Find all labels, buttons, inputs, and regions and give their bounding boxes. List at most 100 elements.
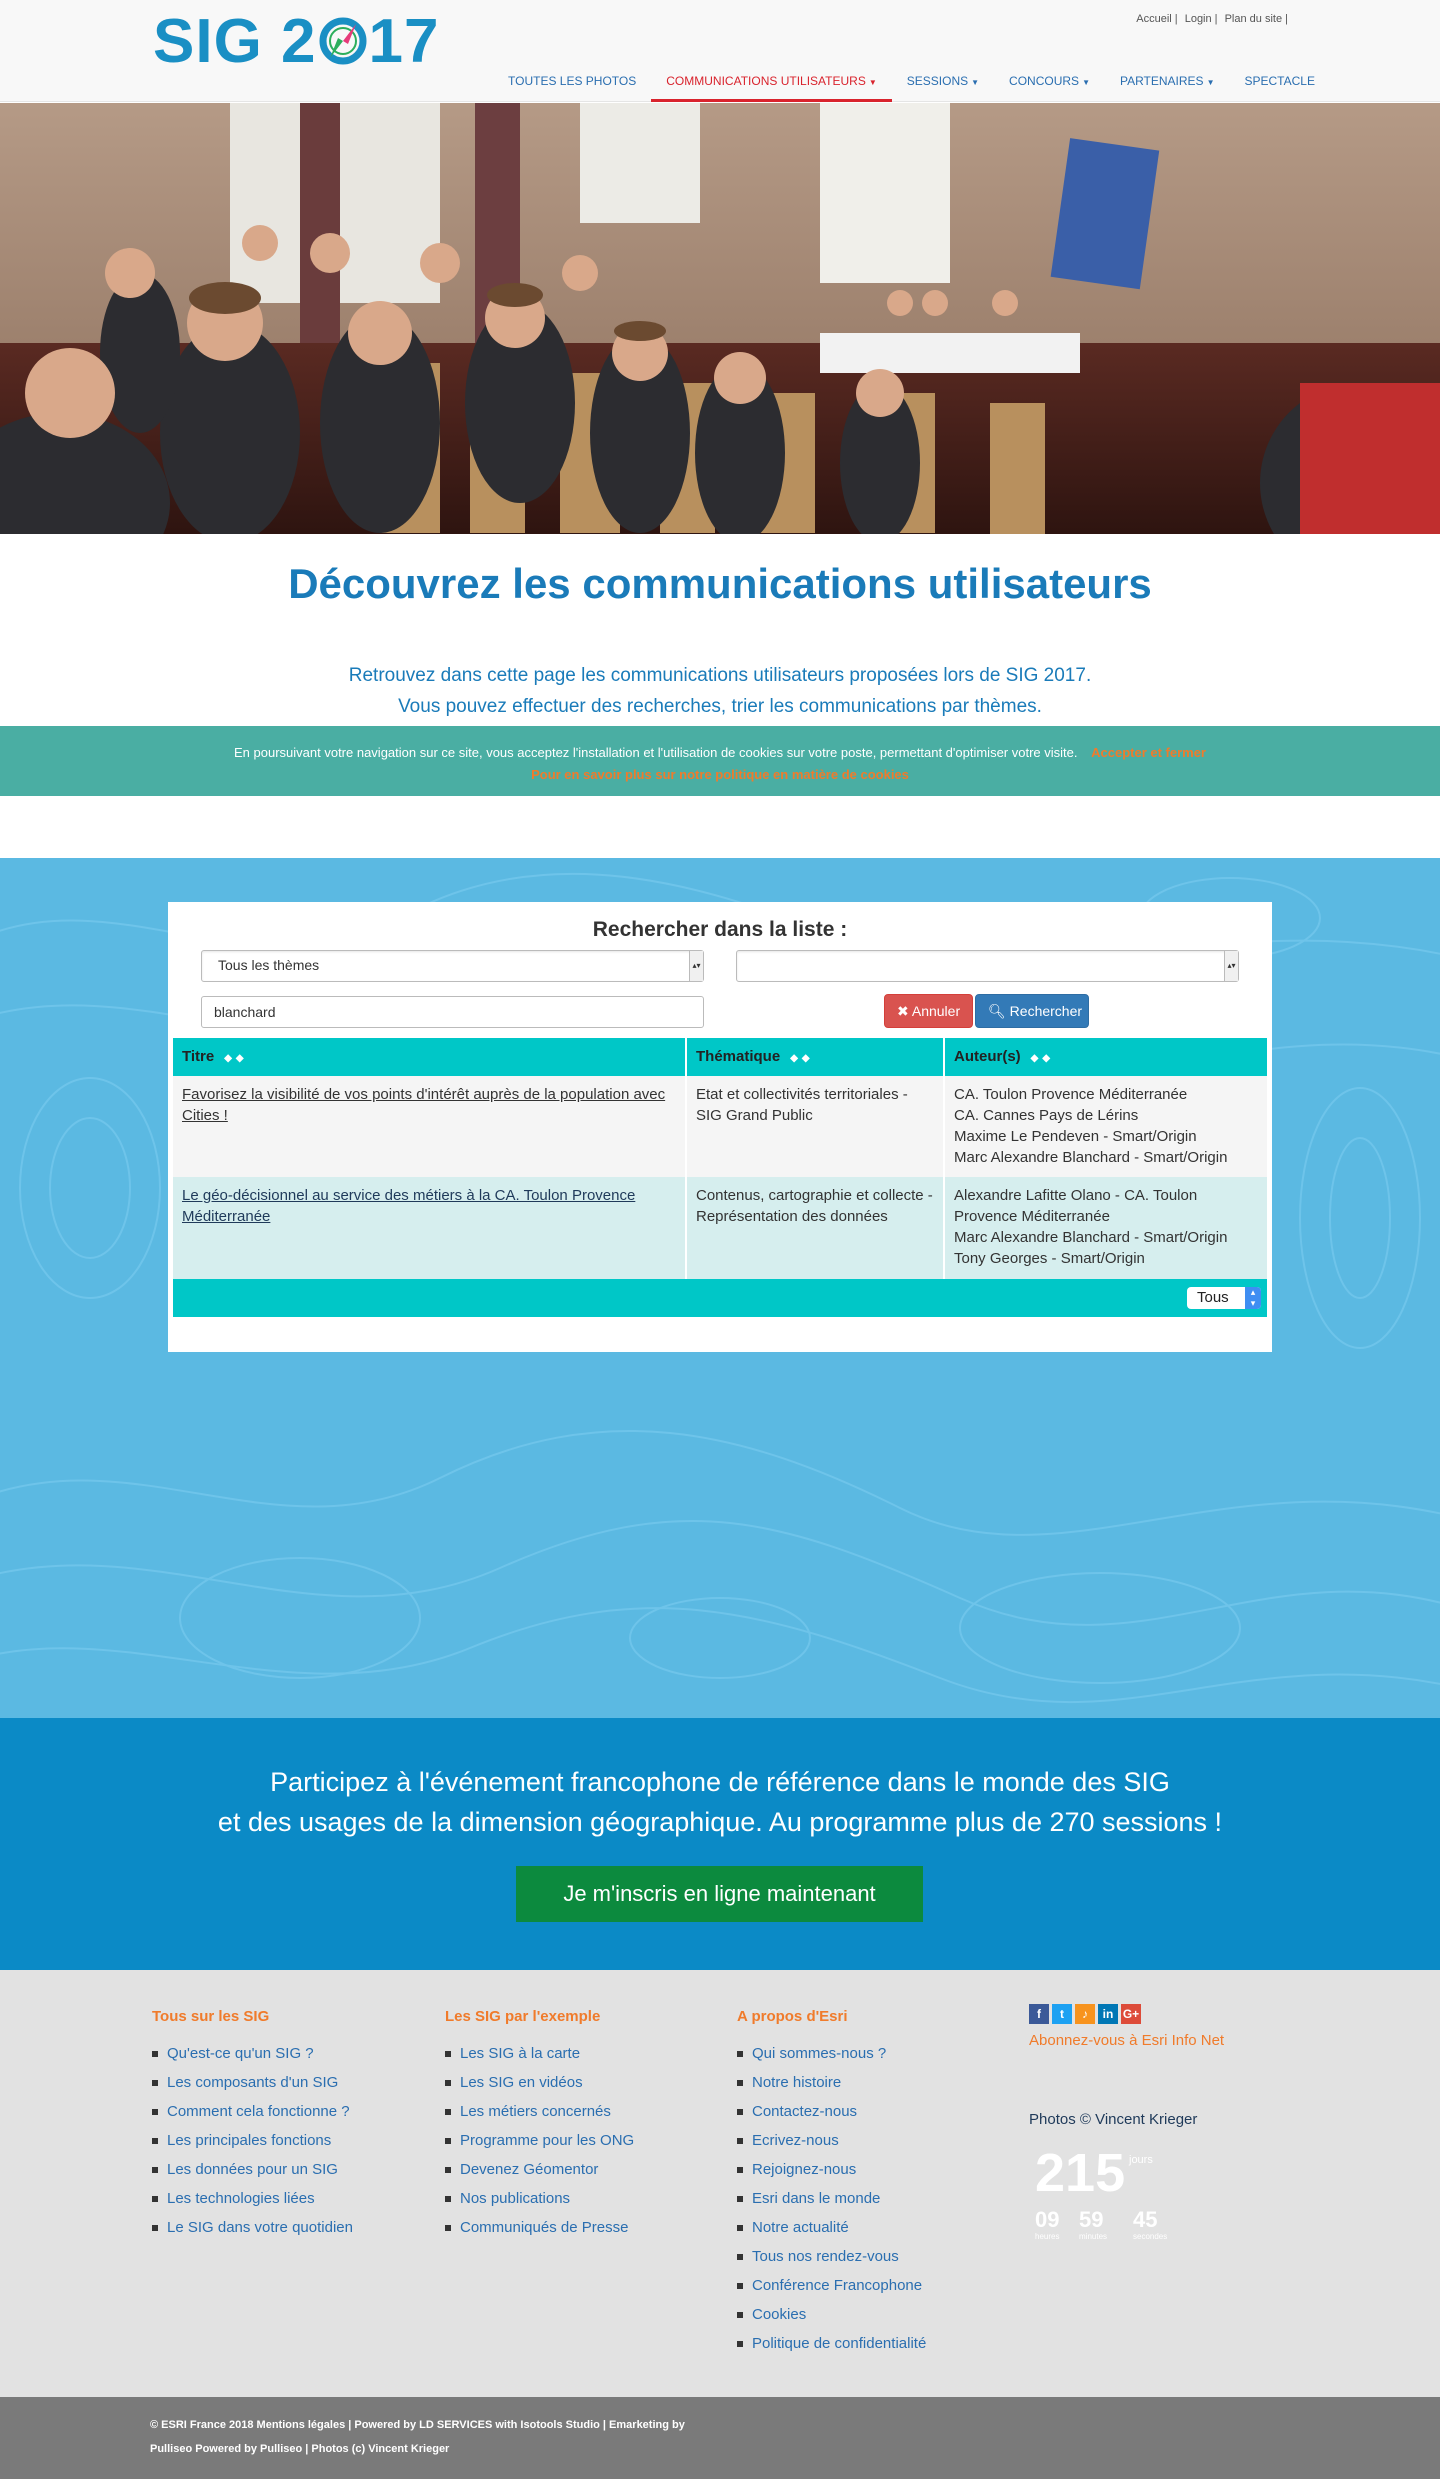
nav-user-communications[interactable]: COMMUNICATIONS UTILISATEURS ▼	[651, 66, 892, 102]
footer-link[interactable]: Les données pour un SIG	[152, 2155, 353, 2184]
footer-link[interactable]: Les principales fonctions	[152, 2126, 353, 2155]
footer-col-title: A propos d'Esri	[737, 2008, 848, 2025]
footer-link[interactable]: Contactez-nous	[737, 2097, 926, 2126]
countdown-minutes-label: minutes	[1079, 2232, 1108, 2241]
footer-link[interactable]: Les composants d'un SIG	[152, 2068, 353, 2097]
footer-link[interactable]: Qui sommes-nous ?	[737, 2039, 926, 2068]
rss-icon[interactable]: ♪	[1075, 2004, 1095, 2024]
footer-link[interactable]: Les SIG en vidéos	[445, 2068, 634, 2097]
cookie-text: En poursuivant votre navigation sur ce s…	[234, 745, 1078, 760]
cookie-banner: En poursuivant votre navigation sur ce s…	[0, 726, 1440, 796]
footer-link[interactable]: Rejoignez-nous	[737, 2155, 926, 2184]
column-theme-header[interactable]: Thématique ◆◆	[687, 1038, 945, 1076]
column-authors-header[interactable]: Auteur(s) ◆◆	[945, 1038, 1267, 1076]
table-row: Favorisez la visibilité de vos points d'…	[173, 1076, 1267, 1177]
communication-title-link[interactable]: Favorisez la visibilité de vos points d'…	[173, 1076, 687, 1177]
footer-link[interactable]: Politique de confidentialité	[737, 2329, 926, 2358]
credits-line: Pulliseo Powered by Pulliseo | Photos (c…	[150, 2443, 450, 2455]
linkedin-icon[interactable]: in	[1098, 2004, 1118, 2024]
caret-down-icon: ▼	[1082, 78, 1090, 87]
footer-link[interactable]: Nos publications	[445, 2184, 634, 2213]
home-link[interactable]: Accueil |	[1136, 13, 1177, 25]
intro-text: Retrouvez dans cette page les communicat…	[0, 660, 1440, 722]
footer-link[interactable]: Programme pour les ONG	[445, 2126, 634, 2155]
subtheme-select[interactable]: ▴▾	[736, 950, 1239, 982]
communication-theme: Etat et collectivités territoriales - SI…	[687, 1076, 945, 1177]
communications-table: Titre ◆◆ Thématique ◆◆ Auteur(s) ◆◆ Favoris…	[173, 1038, 1267, 1317]
social-icons: f t ♪ in G+	[1029, 2004, 1224, 2024]
footer-col-title: Tous sur les SIG	[152, 2008, 270, 2025]
logo-text-part2: 17	[368, 6, 440, 76]
countdown-days: 215	[1035, 2143, 1126, 2203]
page-size-select[interactable]: Tous ▴ ▾	[1187, 1287, 1261, 1309]
footer-link[interactable]: Les métiers concernés	[445, 2097, 634, 2126]
top-links: Accueil | Login | Plan du site |	[1134, 13, 1290, 25]
sig-2017-logo[interactable]: SIG 2 17	[153, 6, 439, 76]
select-arrows-icon: ▴▾	[1245, 1287, 1261, 1309]
countdown-hours: 09	[1035, 2207, 1060, 2232]
footer-col-social: f t ♪ in G+ Abonnez-vous à Esri Info Net…	[1029, 2004, 1224, 2242]
footer-link[interactable]: Notre histoire	[737, 2068, 926, 2097]
newsletter-link[interactable]: Abonnez-vous à Esri Info Net	[1029, 2032, 1224, 2049]
sort-icon[interactable]: ◆◆	[790, 1053, 813, 1064]
search-card: Rechercher dans la liste : Tous les thèm…	[168, 902, 1272, 1352]
cancel-button[interactable]: ✖ Annuler	[884, 994, 973, 1028]
nav-concours[interactable]: CONCOURS ▼	[994, 66, 1105, 102]
communication-theme: Contenus, cartographie et collecte - Rep…	[687, 1177, 945, 1279]
site-header: SIG 2 17 Accueil | Login | Plan du site …	[0, 0, 1440, 102]
select-arrows-icon: ▴▾	[1224, 951, 1238, 981]
footer-link[interactable]: Le SIG dans votre quotidien	[152, 2213, 353, 2242]
google-plus-icon[interactable]: G+	[1121, 2004, 1141, 2024]
bottom-bar: © ESRI France 2018 Mentions légales | Po…	[0, 2397, 1440, 2479]
footer-link[interactable]: Esri dans le monde	[737, 2184, 926, 2213]
facebook-icon[interactable]: f	[1029, 2004, 1049, 2024]
main-nav: TOUTES LES PHOTOS COMMUNICATIONS UTILISA…	[493, 66, 1330, 102]
search-input[interactable]	[201, 996, 704, 1028]
caret-down-icon: ▼	[1206, 78, 1215, 87]
footer-link[interactable]: Tous nos rendez-vous	[737, 2242, 926, 2271]
select-arrows-icon: ▴▾	[689, 951, 703, 981]
sort-icon[interactable]: ◆◆	[1031, 1053, 1054, 1064]
login-link[interactable]: Login |	[1185, 13, 1218, 25]
table-footer: Tous ▴ ▾	[173, 1279, 1267, 1317]
countdown-hours-label: heures	[1035, 2232, 1060, 2241]
nav-partners[interactable]: PARTENAIRES ▼	[1105, 66, 1230, 102]
cookie-policy-link[interactable]: Pour en savoir plus sur notre politique …	[0, 764, 1440, 786]
countdown-minutes: 59	[1079, 2207, 1104, 2232]
countdown-days-label: jours	[1129, 2154, 1153, 2166]
footer-link[interactable]: Communiqués de Presse	[445, 2213, 634, 2242]
footer-link[interactable]: Devenez Géomentor	[445, 2155, 634, 2184]
column-title-header[interactable]: Titre ◆◆	[173, 1038, 687, 1076]
registration-banner: Participez à l'événement francophone de …	[0, 1718, 1440, 1970]
caret-down-icon: ▼	[868, 78, 877, 87]
nav-sessions[interactable]: SESSIONS ▼	[892, 66, 994, 102]
cookie-accept-button[interactable]: Accepter et fermer	[1091, 745, 1206, 760]
footer-link[interactable]: Les technologies liées	[152, 2184, 353, 2213]
footer-link[interactable]: Cookies	[737, 2300, 926, 2329]
sort-icon[interactable]: ◆◆	[224, 1053, 247, 1064]
countdown-seconds-label: secondes	[1133, 2232, 1168, 2241]
register-button[interactable]: Je m'inscris en ligne maintenant	[516, 1866, 923, 1922]
countdown-widget: 215 jours 09 59 45 heures minutes second…	[1029, 2142, 1224, 2242]
footer-link[interactable]: Conférence Francophone	[737, 2271, 926, 2300]
intro-line-1: Retrouvez dans cette page les communicat…	[348, 665, 1092, 686]
communication-authors: Alexandre Lafitte Olano - CA. Toulon Pro…	[954, 1187, 1228, 1267]
nav-all-photos[interactable]: TOUTES LES PHOTOS	[493, 66, 651, 102]
footer-link[interactable]: Ecrivez-nous	[737, 2126, 926, 2155]
twitter-icon[interactable]: t	[1052, 2004, 1072, 2024]
footer-link[interactable]: Comment cela fonctionne ?	[152, 2097, 353, 2126]
footer-link[interactable]: Les SIG à la carte	[445, 2039, 634, 2068]
sitemap-link[interactable]: Plan du site |	[1225, 13, 1288, 25]
countdown-seconds: 45	[1133, 2207, 1158, 2232]
nav-spectacle[interactable]: SPECTACLE	[1229, 66, 1329, 102]
caret-down-icon: ▼	[971, 78, 980, 87]
theme-select[interactable]: Tous les thèmes ▴▾	[201, 950, 704, 982]
search-title: Rechercher dans la liste :	[592, 918, 848, 941]
logo-text-part1: SIG 2	[153, 6, 317, 76]
communication-title-link[interactable]: Le géo-décisionnel au service des métier…	[173, 1177, 687, 1279]
search-button[interactable]: 🔍︎ Rechercher	[975, 994, 1089, 1028]
intro-line-2: Vous pouvez effectuer des recherches, tr…	[398, 696, 1042, 717]
footer-link[interactable]: Qu'est-ce qu'un SIG ?	[152, 2039, 353, 2068]
table-row: Le géo-décisionnel au service des métier…	[173, 1177, 1267, 1279]
footer-link[interactable]: Notre actualité	[737, 2213, 926, 2242]
